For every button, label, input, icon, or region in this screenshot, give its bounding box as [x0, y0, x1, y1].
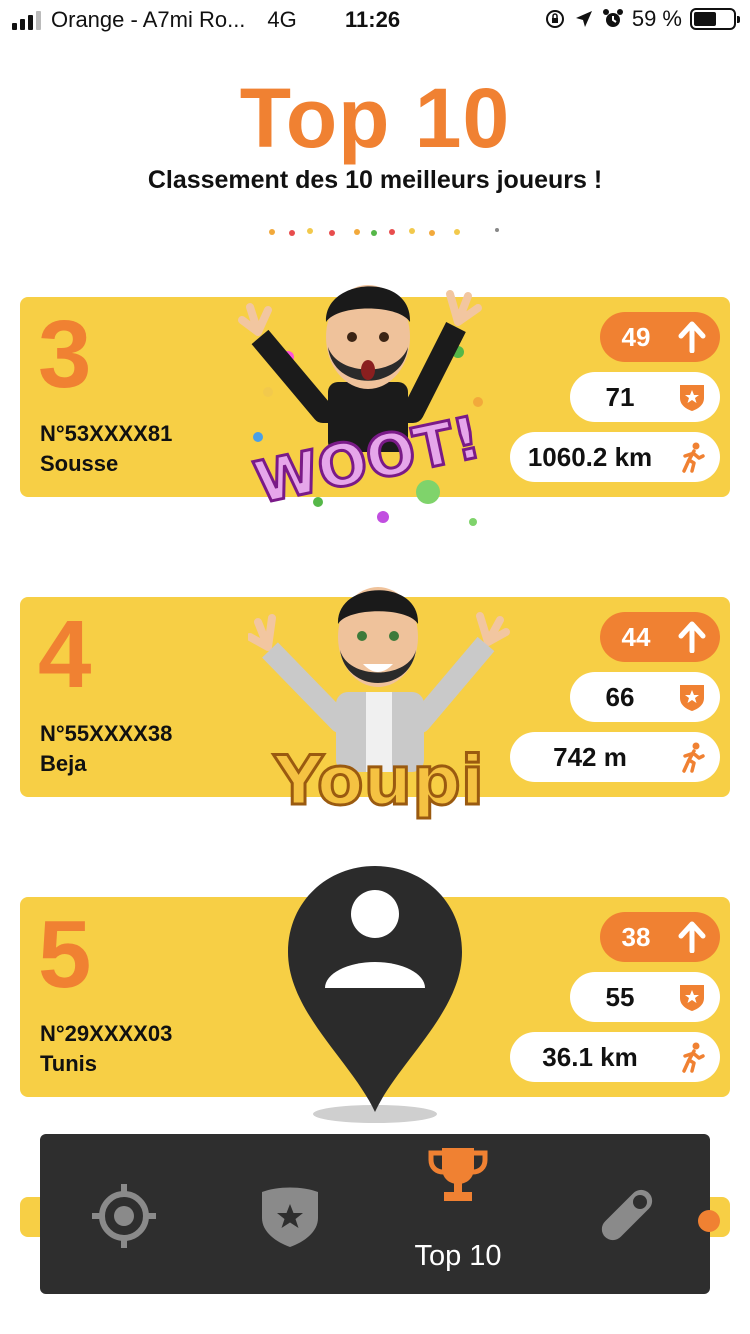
- signal-strength-icon: [12, 10, 41, 30]
- arrow-up-icon: [678, 321, 706, 353]
- nav-item-map[interactable]: [42, 1134, 202, 1294]
- status-left: Orange - A7mi Ro... 4G: [12, 7, 317, 33]
- nav-label-top10: Top 10: [414, 1240, 502, 1272]
- player-id: N°55XXXX38: [40, 721, 173, 746]
- youpi-bitmoji-avatar: Youpi: [248, 587, 510, 823]
- shield-star-icon: [680, 385, 704, 411]
- player-city: Tunis: [40, 1051, 98, 1076]
- running-person-icon: [682, 742, 705, 773]
- orientation-lock-icon: [545, 10, 564, 28]
- badges-pill: 55: [570, 972, 720, 1022]
- distance-value: 36.1 km: [542, 1041, 638, 1072]
- network-type: 4G: [267, 7, 297, 32]
- player-id: N°29XXXX03: [40, 1021, 173, 1046]
- crosshair-icon: [92, 1184, 156, 1248]
- bottom-navigation-bar: Top 10: [40, 1134, 710, 1294]
- page-title: Top 10: [239, 71, 511, 165]
- nav-item-badges[interactable]: [210, 1134, 370, 1294]
- shield-star-icon: [680, 985, 704, 1011]
- confetti-decoration: [269, 228, 499, 236]
- distance-pill: 742 m: [510, 732, 720, 782]
- alarm-icon: [602, 9, 623, 27]
- status-time: 11:26: [345, 7, 401, 32]
- score-value: 38: [621, 921, 651, 952]
- battery-percent: 59 %: [631, 6, 682, 31]
- score-value: 49: [621, 321, 651, 352]
- badges-value: 71: [605, 381, 635, 412]
- trophy-icon: [428, 1148, 488, 1201]
- status-bar: Orange - A7mi Ro... 4G 11:26 59 %: [0, 0, 750, 40]
- rank-number: 4: [38, 601, 92, 708]
- badges-pill: 71: [570, 372, 720, 422]
- distance-value: 742 m: [553, 741, 627, 772]
- shield-star-icon: [680, 685, 704, 711]
- badges-value: 66: [605, 681, 635, 712]
- score-pill: 38: [600, 912, 720, 962]
- arrow-up-icon: [678, 621, 706, 653]
- default-user-pin-icon: [288, 866, 462, 1123]
- partial-score-pill: [698, 1210, 720, 1232]
- player-city: Beja: [40, 751, 87, 776]
- page-subtitle: Classement des 10 meilleurs joueurs !: [147, 166, 603, 194]
- location-arrow-icon: [575, 11, 592, 27]
- rank-number: 3: [38, 301, 92, 408]
- carrier-name: Orange - A7mi Ro...: [51, 7, 246, 32]
- arrow-up-icon: [678, 921, 706, 953]
- player-id: N°53XXXX81: [40, 421, 173, 446]
- pill-toggle-icon: [601, 1189, 653, 1241]
- distance-pill: 36.1 km: [510, 1032, 720, 1082]
- nav-item-settings[interactable]: [546, 1134, 706, 1294]
- score-pill: 44: [600, 612, 720, 662]
- youpi-sticker-text: Youpi: [273, 742, 484, 821]
- score-pill: 49: [600, 312, 720, 362]
- distance-pill: 1060.2 km: [510, 432, 720, 482]
- score-value: 44: [621, 621, 651, 652]
- rank-number: 5: [38, 901, 92, 1008]
- distance-value: 1060.2 km: [527, 441, 653, 472]
- badges-value: 55: [605, 981, 635, 1012]
- running-person-icon: [682, 442, 705, 473]
- shield-star-icon: [262, 1187, 318, 1247]
- running-person-icon: [682, 1042, 705, 1073]
- nav-item-top10[interactable]: Top 10: [378, 1134, 538, 1294]
- status-right: 59 %: [544, 6, 740, 32]
- badges-pill: 66: [570, 672, 720, 722]
- woot-bitmoji-avatar: WOOT!: [238, 285, 488, 526]
- battery-icon: [690, 8, 740, 30]
- player-city: Sousse: [40, 451, 119, 476]
